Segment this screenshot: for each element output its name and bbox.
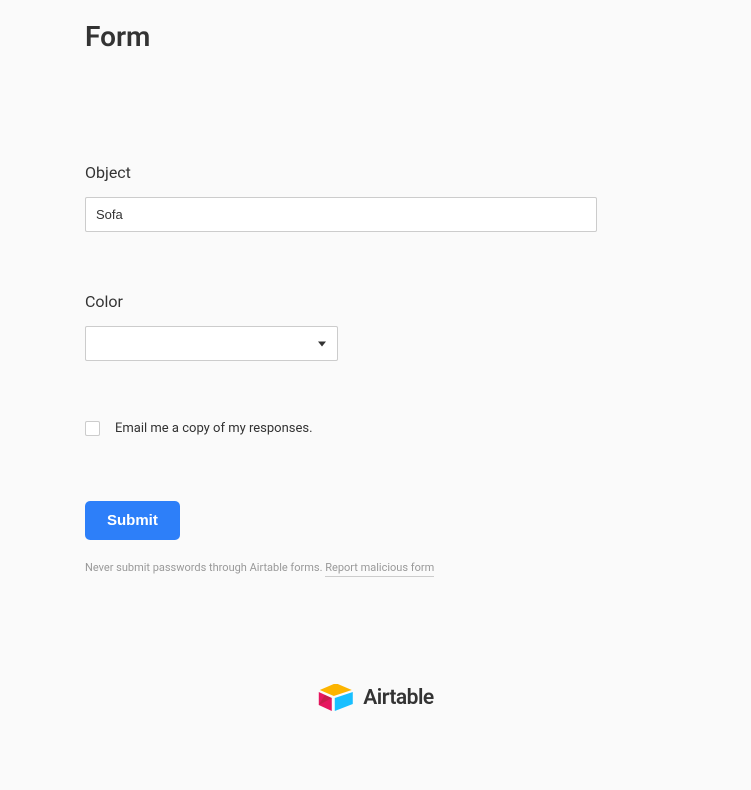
footer-warning: Never submit passwords through Airtable … — [85, 556, 666, 575]
warning-text: Never submit passwords through Airtable … — [85, 561, 325, 574]
field-group-object: Object — [85, 163, 666, 232]
report-malicious-link[interactable]: Report malicious form — [325, 561, 434, 577]
email-copy-group: Email me a copy of my responses. — [85, 421, 666, 436]
color-select[interactable] — [85, 326, 338, 361]
airtable-logo-icon — [317, 683, 353, 713]
form-container: Form Object Color Email me a copy of my … — [0, 0, 751, 575]
email-copy-label: Email me a copy of my responses. — [115, 421, 313, 436]
color-label: Color — [85, 292, 666, 311]
field-group-color: Color — [85, 292, 666, 361]
brand-footer: Airtable — [317, 683, 433, 713]
form-title: Form — [85, 20, 666, 53]
submit-button[interactable]: Submit — [85, 501, 180, 540]
object-input[interactable] — [85, 197, 597, 232]
object-label: Object — [85, 163, 666, 182]
color-select-wrapper — [85, 326, 338, 361]
email-copy-checkbox[interactable] — [85, 421, 100, 436]
brand-name: Airtable — [363, 686, 433, 710]
